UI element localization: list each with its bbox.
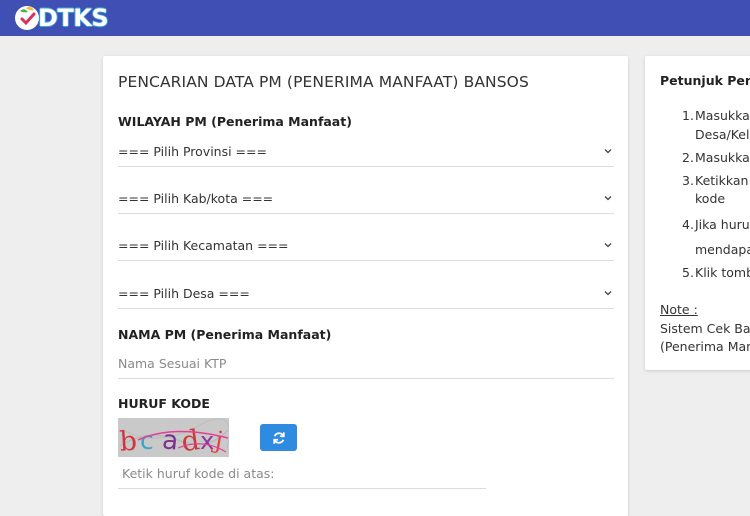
- note-label: Note :: [660, 302, 698, 317]
- captcha-image: b c a d x j: [118, 418, 229, 457]
- instructions-title: Petunjuk Pencar: [660, 73, 750, 88]
- captcha-char: x: [200, 427, 214, 455]
- chevron-down-icon: [604, 243, 612, 248]
- note-text: Sistem Cek Banso: [660, 321, 750, 336]
- nama-label: NAMA PM (Penerima Manfaat): [118, 327, 332, 342]
- captcha-char: c: [140, 426, 154, 455]
- instruction-text: Masukkan: [695, 108, 750, 123]
- kecamatan-select-value: === Pilih Kecamatan ===: [118, 238, 289, 253]
- refresh-icon: [272, 431, 285, 444]
- instruction-text: kode: [695, 191, 726, 206]
- captcha-char: b: [119, 426, 138, 457]
- instruction-text: Jika huruf: [695, 217, 750, 232]
- nama-input-wrap: [118, 350, 614, 379]
- captcha-input-wrap: [118, 460, 490, 489]
- instruction-text: Ketikkan 4: [695, 173, 750, 188]
- desa-select[interactable]: === Pilih Desa ===: [118, 280, 614, 309]
- instruction-text: mendapat: [695, 242, 750, 257]
- chevron-down-icon: [604, 149, 612, 154]
- instruction-number: 5.: [682, 265, 694, 280]
- chevron-down-icon: [604, 196, 612, 201]
- nama-input[interactable]: [118, 350, 614, 376]
- instruction-number: 1.: [682, 108, 694, 123]
- instruction-text: Klik tombo: [695, 265, 750, 280]
- instruction-number: 4.: [682, 217, 694, 232]
- instructions-card: Petunjuk Pencar 1. Masukkan Desa/Kelur 2…: [645, 56, 750, 370]
- logo-text: DTKS: [38, 4, 109, 32]
- kabkota-select[interactable]: === Pilih Kab/kota ===: [118, 185, 614, 214]
- dtks-logo[interactable]: DTKS: [12, 3, 109, 33]
- chevron-down-icon: [604, 291, 612, 296]
- desa-select-value: === Pilih Desa ===: [118, 286, 250, 301]
- province-select[interactable]: === Pilih Provinsi ===: [118, 138, 614, 167]
- page-title: PENCARIAN DATA PM (PENERIMA MANFAAT) BAN…: [118, 73, 529, 91]
- kabkota-select-value: === Pilih Kab/kota ===: [118, 191, 274, 206]
- instruction-text: Desa/Kelur: [695, 127, 750, 142]
- wilayah-label: WILAYAH PM (Penerima Manfaat): [118, 114, 352, 129]
- note-text: (Penerima Manfa: [660, 339, 750, 354]
- refresh-captcha-button[interactable]: [260, 424, 297, 451]
- instruction-number: 2.: [682, 150, 694, 165]
- top-navbar: DTKS: [0, 0, 750, 36]
- province-select-value: === Pilih Provinsi ===: [118, 144, 267, 159]
- captcha-char: a: [161, 425, 180, 457]
- search-form-card: PENCARIAN DATA PM (PENERIMA MANFAAT) BAN…: [103, 56, 628, 516]
- instruction-number: 3.: [682, 173, 694, 188]
- captcha-input[interactable]: [118, 460, 490, 486]
- instruction-text: Masukkan: [695, 150, 750, 165]
- kode-label: HURUF KODE: [118, 396, 210, 411]
- kecamatan-select[interactable]: === Pilih Kecamatan ===: [118, 232, 614, 261]
